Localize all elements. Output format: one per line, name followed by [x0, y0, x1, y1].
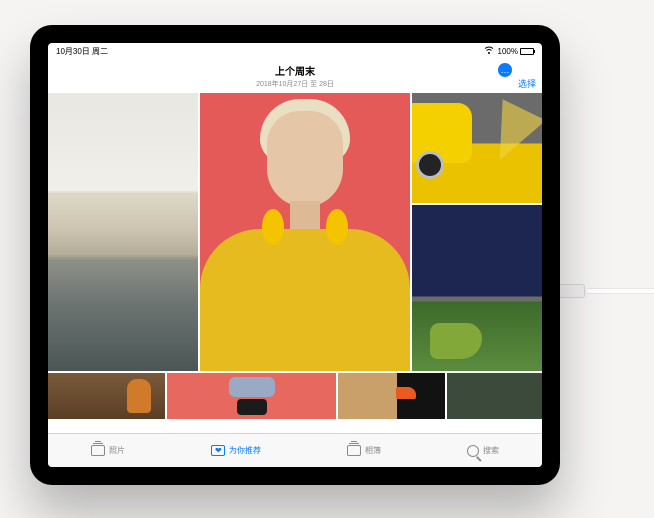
tab-label: 照片 — [109, 445, 125, 456]
select-button[interactable]: 选择 — [518, 77, 536, 90]
ipad-device: 10月30日 周二 100% 上个周末 2018年10月27日 至 28日 … … — [30, 25, 560, 485]
page-title: 上个周末 — [275, 63, 315, 78]
tab-albums[interactable]: 相簿 — [347, 445, 381, 456]
tab-photos[interactable]: 照片 — [91, 445, 125, 456]
search-icon — [467, 445, 479, 457]
tab-for-you[interactable]: 为你推荐 — [211, 445, 261, 456]
more-button[interactable]: … — [498, 63, 512, 77]
photo-thumbnail[interactable] — [167, 373, 337, 419]
photo-grid[interactable] — [48, 93, 542, 433]
albums-icon — [347, 445, 361, 456]
screen: 10月30日 周二 100% 上个周末 2018年10月27日 至 28日 … … — [48, 43, 542, 467]
photo-thumbnail[interactable] — [48, 373, 165, 419]
tab-label: 相簿 — [365, 445, 381, 456]
battery-indicator: 100% — [498, 47, 534, 56]
photo-thumbnail[interactable] — [200, 93, 410, 371]
photo-thumbnail[interactable] — [338, 373, 444, 419]
photos-icon — [91, 445, 105, 456]
wifi-icon — [484, 46, 494, 56]
tab-label: 为你推荐 — [229, 445, 261, 456]
battery-percent: 100% — [498, 47, 518, 56]
photo-thumbnail[interactable] — [447, 373, 542, 419]
ellipsis-icon: … — [501, 66, 510, 75]
tab-label: 搜索 — [483, 445, 499, 456]
status-datetime: 10月30日 周二 — [56, 46, 108, 57]
photo-thumbnail[interactable] — [412, 93, 542, 203]
tab-bar: 照片 为你推荐 相簿 搜索 — [48, 433, 542, 467]
photo-thumbnail[interactable] — [412, 205, 542, 371]
status-bar: 10月30日 周二 100% — [48, 43, 542, 59]
usb-c-cable — [555, 278, 654, 304]
photo-thumbnail[interactable] — [48, 93, 198, 371]
header: 上个周末 2018年10月27日 至 28日 … 选择 — [48, 59, 542, 93]
page-subtitle: 2018年10月27日 至 28日 — [256, 79, 334, 89]
for-you-icon — [211, 445, 225, 456]
tab-search[interactable]: 搜索 — [467, 445, 499, 457]
cable-cord — [585, 288, 654, 294]
